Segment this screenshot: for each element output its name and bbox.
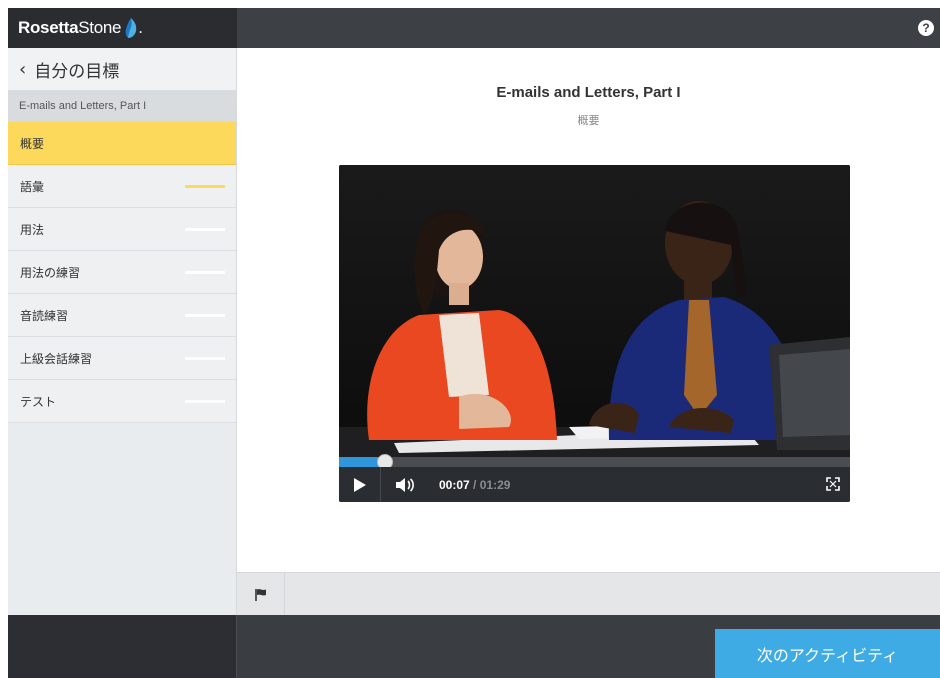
sidebar-item-advanced-conversation[interactable]: 上級会話練習: [8, 337, 236, 380]
help-button[interactable]: ?: [918, 20, 934, 36]
volume-button[interactable]: [381, 467, 429, 502]
sidebar-item-label: 概要: [20, 136, 45, 151]
bottom-bar-left: [8, 615, 237, 678]
logo-dot: .: [138, 18, 143, 37]
sidebar-item-label: 上級会話練習: [20, 351, 93, 366]
progress-indicator: [185, 227, 225, 231]
progress-indicator: [185, 184, 225, 188]
logo-stone-icon: [125, 18, 137, 38]
next-activity-button[interactable]: 次のアクティビティ: [715, 629, 940, 678]
sidebar-item-label: 音読練習: [20, 308, 69, 323]
sidebar-item-usage[interactable]: 用法: [8, 208, 236, 251]
sidebar-item-test[interactable]: テスト: [8, 380, 236, 423]
progress-indicator: [185, 356, 225, 360]
bottom-bar: 次のアクティビティ: [8, 615, 940, 678]
video-frame[interactable]: [339, 165, 850, 457]
back-to-goals-link[interactable]: ‹ 自分の目標: [8, 48, 236, 90]
video-progress-track[interactable]: [339, 454, 850, 470]
unit-title: E-mails and Letters, Part I: [8, 90, 236, 122]
feedback-strip: [237, 572, 940, 616]
logo-text: RosettaStone: [18, 18, 122, 37]
flag-icon: [254, 588, 266, 601]
video-time-separator: /: [469, 477, 480, 492]
progress-indicator: [185, 399, 225, 403]
video-current-time: 00:07: [439, 477, 470, 492]
progress-indicator: [185, 313, 225, 317]
volume-icon: [396, 477, 414, 492]
video-controls: 00:07 / 01:29: [339, 467, 850, 502]
sidebar-item-label: 語彙: [20, 179, 45, 194]
sidebar-item-label: 用法の練習: [20, 265, 81, 280]
sidebar-item-label: 用法: [20, 222, 45, 237]
video-player[interactable]: 00:07 / 01:29: [339, 165, 850, 502]
flag-button[interactable]: [237, 573, 285, 616]
back-link-label: 自分の目標: [34, 61, 120, 82]
chevron-left-icon: ‹: [19, 58, 27, 80]
main-content: E-mails and Letters, Part I 概要 00:07 / 0…: [237, 48, 940, 572]
fullscreen-icon[interactable]: [826, 477, 840, 491]
video-duration: 01:29: [479, 477, 511, 492]
sidebar-item-label: テスト: [20, 394, 57, 409]
video-time: 00:07 / 01:29: [439, 478, 510, 492]
sidebar-item-reading-practice[interactable]: 音読練習: [8, 294, 236, 337]
logo: RosettaStone .: [8, 8, 237, 48]
lesson-title: E-mails and Letters, Part I: [496, 84, 681, 101]
play-icon: [353, 477, 366, 492]
top-bar: RosettaStone . ?: [8, 8, 940, 48]
sidebar-item-overview[interactable]: 概要: [8, 122, 236, 165]
play-button[interactable]: [339, 467, 381, 502]
sidebar-item-vocabulary[interactable]: 語彙: [8, 165, 236, 208]
lesson-subtitle: 概要: [577, 114, 600, 127]
sidebar: ‹ 自分の目標 E-mails and Letters, Part I 概要 語…: [8, 48, 237, 615]
sidebar-item-usage-practice[interactable]: 用法の練習: [8, 251, 236, 294]
progress-indicator: [185, 270, 225, 274]
